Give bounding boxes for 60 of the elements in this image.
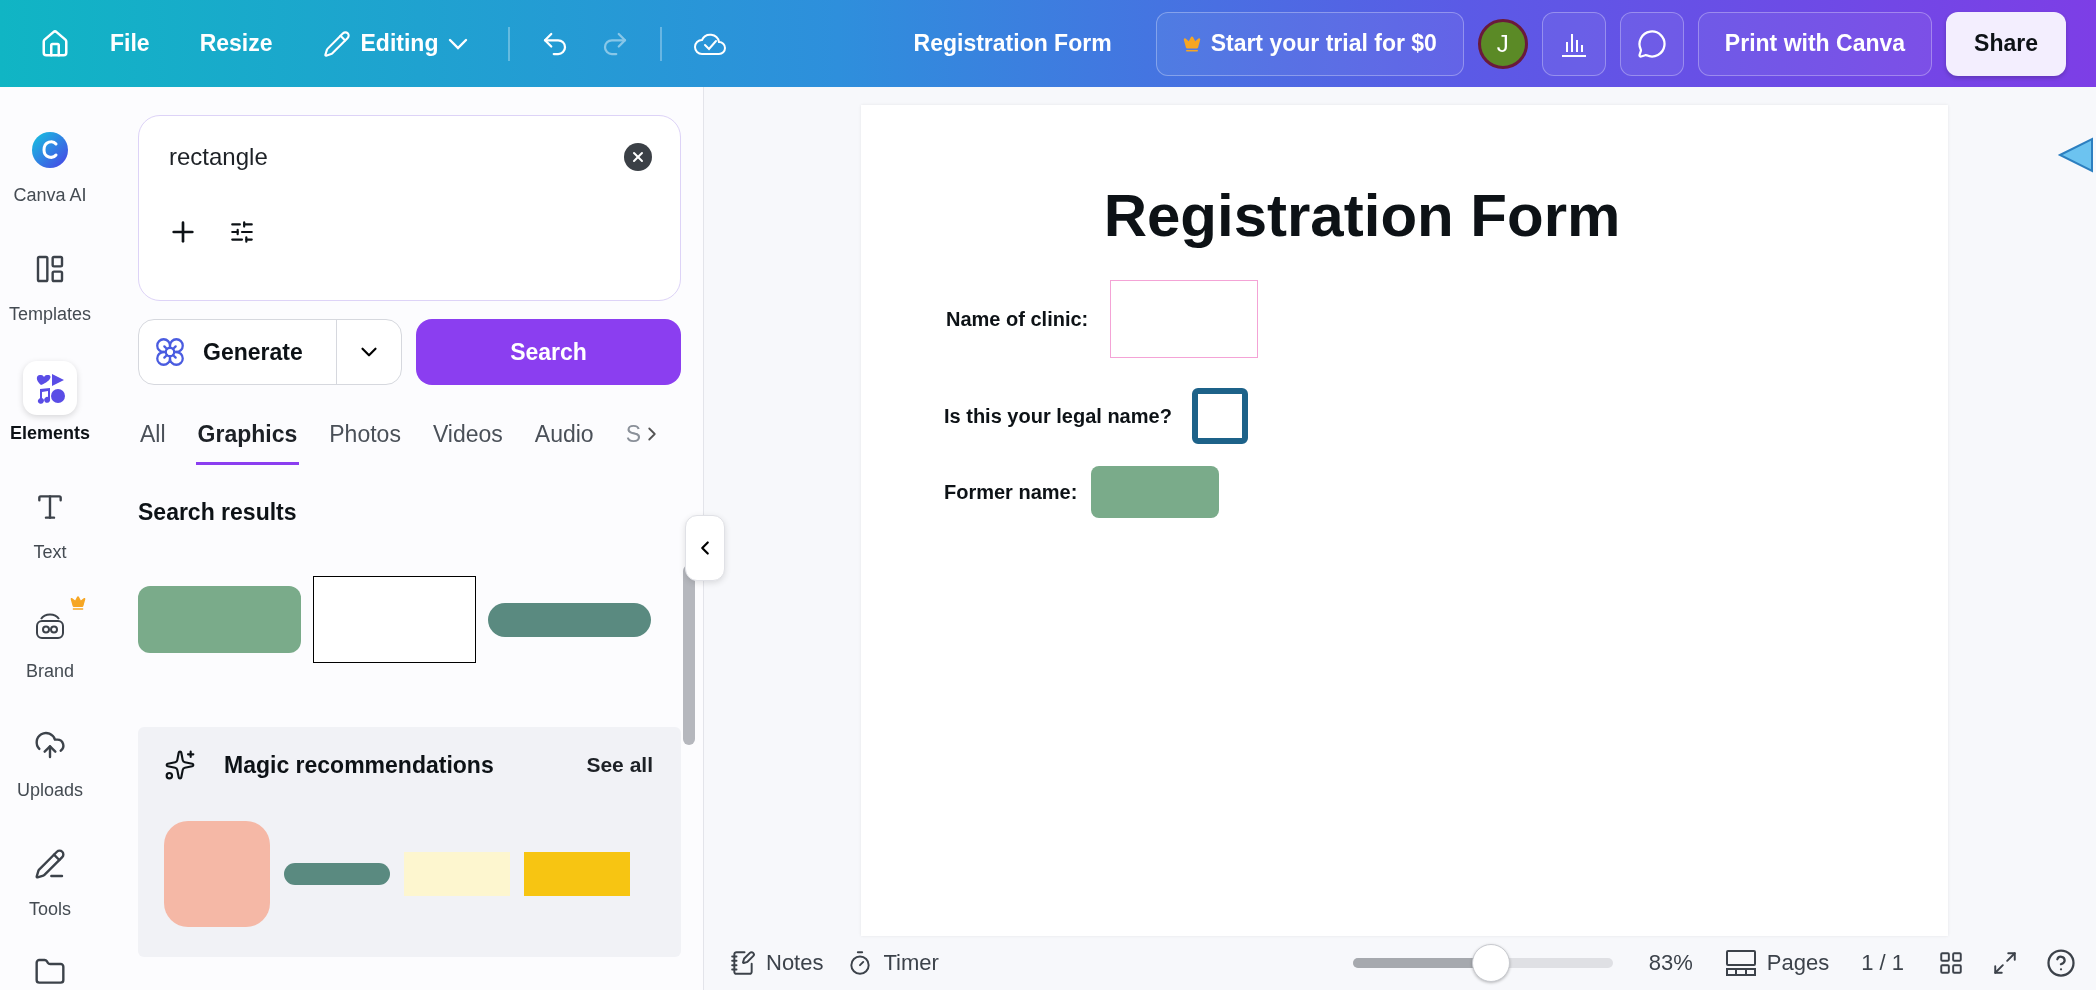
pencil-icon <box>34 848 66 880</box>
field-label: Former name: <box>944 480 1078 504</box>
sparkles-icon <box>164 749 196 781</box>
search-button[interactable]: Search <box>416 319 681 385</box>
form-title: Registration Form <box>1102 181 1622 250</box>
comment-button[interactable] <box>1619 11 1684 76</box>
document-title: Registration Form <box>913 30 1112 57</box>
collapse-button[interactable] <box>685 515 725 581</box>
home-icon <box>40 28 70 59</box>
scrollbar[interactable] <box>683 565 695 745</box>
user-avatar[interactable]: J <box>1477 18 1528 69</box>
triangle-icon[interactable] <box>2056 135 2096 175</box>
help-icon <box>2046 948 2076 978</box>
pill-graphic[interactable] <box>284 863 390 885</box>
section-heading: Search results <box>138 499 298 526</box>
sidebar-item[interactable]: Templates <box>2 242 98 325</box>
tab[interactable]: Photos <box>327 413 403 465</box>
clear-button[interactable] <box>624 143 652 171</box>
notes-icon <box>730 950 756 976</box>
print-button[interactable]: Print with Canva <box>1697 11 1933 76</box>
sidebar-item[interactable]: Canva AI <box>2 123 98 206</box>
speech-bubble-icon <box>1636 28 1667 59</box>
sidebar-item[interactable]: Text <box>2 480 98 563</box>
grid-icon <box>1938 950 1964 976</box>
trial-button[interactable]: Start your trial for $0 <box>1155 11 1464 76</box>
slider-thumb[interactable] <box>1471 944 1510 982</box>
pages-icon <box>1724 949 1757 977</box>
close-icon <box>630 149 646 165</box>
tab[interactable]: Videos <box>430 413 505 465</box>
expand-icon <box>1992 950 2018 976</box>
sidebar-item[interactable]: Uploads <box>2 718 98 801</box>
chevron-down-icon <box>448 37 469 50</box>
templates-icon <box>34 253 66 285</box>
tab[interactable]: Graphics <box>195 413 300 465</box>
search-field[interactable]: rectangle <box>167 142 624 172</box>
notes-button[interactable]: Notes <box>724 946 830 980</box>
pencil-icon <box>322 29 351 58</box>
rectangle-outline-graphic[interactable] <box>313 576 476 663</box>
sidebar-item[interactable]: Tools <box>2 837 98 920</box>
ai-logo-icon <box>31 131 69 169</box>
checkbox-square <box>1191 388 1248 444</box>
upload-icon <box>34 729 66 761</box>
pill-graphic[interactable] <box>488 602 651 637</box>
page-count: 1 / 1 <box>1861 950 1904 976</box>
share-button[interactable]: Share <box>1946 11 2066 76</box>
timer-button[interactable]: Timer <box>841 946 945 980</box>
pages-button[interactable]: Pages <box>1718 945 1836 981</box>
insights-button[interactable] <box>1541 11 1606 76</box>
section-heading: Magic recommendations <box>224 751 495 779</box>
see-all-link[interactable]: See all <box>586 753 653 777</box>
sidebar-item[interactable]: Brand <box>2 599 98 682</box>
tab[interactable]: All <box>138 413 168 465</box>
tab[interactable]: Audio <box>532 413 596 465</box>
zoom-reading: 83% <box>1648 950 1693 976</box>
field-label: Name of clinic: <box>946 307 1089 331</box>
flower-icon <box>153 335 187 369</box>
field-label: Is this your legal name? <box>944 404 1172 428</box>
sliders-icon <box>229 219 255 245</box>
sidebar-item[interactable]: Elements <box>2 361 98 444</box>
crown-icon <box>1182 34 1201 53</box>
